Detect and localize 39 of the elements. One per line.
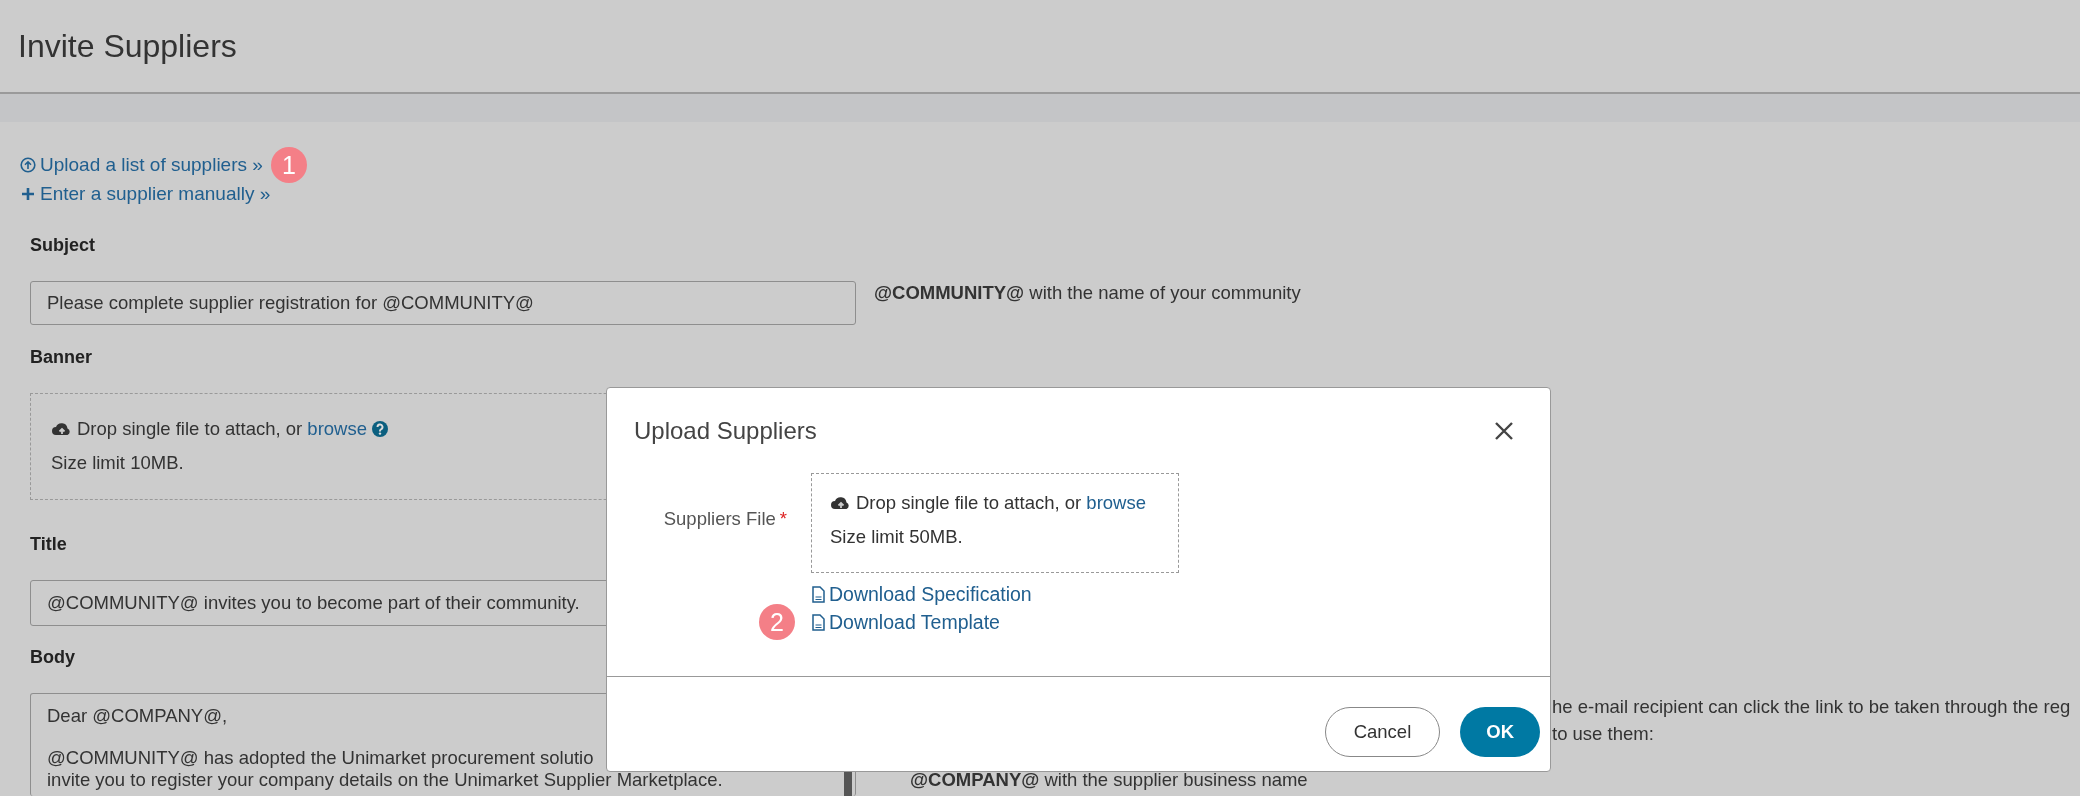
csv-file-icon	[811, 585, 826, 603]
cancel-button[interactable]: Cancel	[1324, 707, 1441, 757]
close-icon	[1494, 420, 1514, 441]
action-link[interactable]: Upload a list of suppliers »	[40, 154, 263, 176]
cloud-upload-icon	[51, 420, 73, 438]
cloud-upload-icon	[830, 494, 852, 512]
required-mark: *	[779, 508, 787, 531]
scrollbar-thumb	[844, 772, 852, 796]
help-text-line: to use them:	[1552, 722, 1655, 746]
plus-icon	[20, 186, 36, 202]
callout-badge: 1	[270, 147, 307, 183]
browse-link[interactable]: browse	[307, 418, 367, 439]
field-label: Title	[30, 534, 67, 556]
field-label: Subject	[30, 235, 95, 257]
size-limit-text: Size limit 10MB.	[51, 452, 185, 474]
dialog-title: Upload Suppliers	[634, 416, 817, 445]
action-link[interactable]: Enter a supplier manually »	[40, 183, 271, 205]
help-text-line: he e-mail recipient can click the link to be taken through the reg	[1552, 695, 2072, 719]
file-drop-zone[interactable]: Drop single file to attach, or browse Size limit 50MB.	[811, 473, 1179, 573]
upload-icon	[20, 157, 36, 173]
subject-input[interactable]: Please complete supplier registration for @COMMUNITY@	[30, 281, 856, 325]
browse-link[interactable]: browse	[1086, 492, 1146, 513]
csv-file-icon	[811, 613, 826, 631]
field-label: Body	[30, 647, 75, 669]
body-text-line: Dear @COMPANY@,	[47, 705, 229, 727]
drop-text: Drop single file to attach, or browse	[77, 418, 367, 440]
hint-text: @COMMUNITY@ with the name of your community	[874, 281, 1302, 305]
body-text-line: @COMMUNITY@ has adopted the Unimarket procurement solutio	[47, 747, 595, 769]
field-label: Suppliers File	[663, 508, 776, 531]
help-text-line: @COMPANY@ with the supplier business name	[909, 769, 1309, 791]
ok-button[interactable]: OK	[1460, 707, 1540, 757]
callout-badge: 2	[759, 604, 795, 640]
page-title: Invite Suppliers	[18, 27, 237, 65]
field-label: Banner	[30, 347, 92, 369]
drop-text: Drop single file to attach, or browse	[856, 492, 1146, 514]
body-text-line: invite you to register your company details on the Unimarket Supplier Marketplace.	[47, 769, 724, 791]
size-limit-text: Size limit 50MB.	[830, 526, 964, 548]
help-icon	[371, 420, 389, 438]
close-button[interactable]	[1494, 420, 1514, 441]
